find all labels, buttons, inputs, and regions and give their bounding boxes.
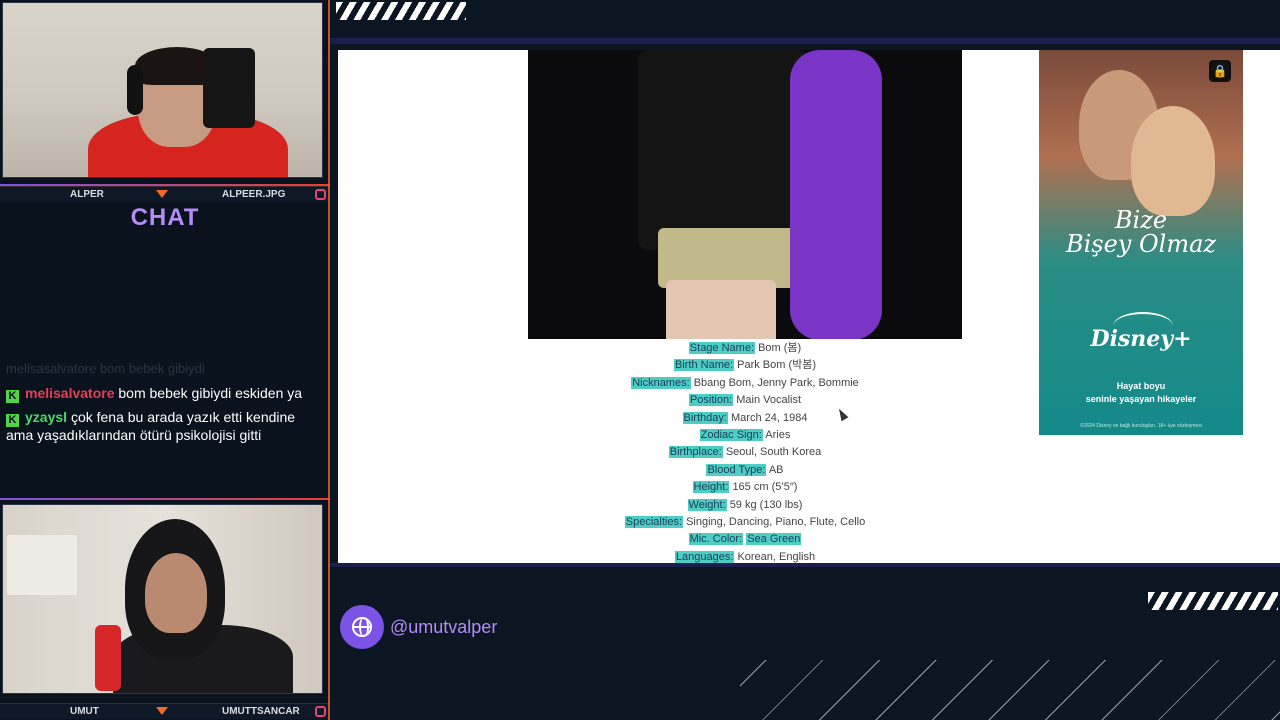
profile-key: Stage Name: xyxy=(688,342,755,354)
chat-username: melisalvatore xyxy=(25,385,115,401)
browser-content: Stage Name: Bom (봄) Birth Name: Park Bom … xyxy=(338,50,1280,563)
profile-key: Nicknames: xyxy=(631,376,691,389)
stripe-decoration xyxy=(1148,592,1278,610)
chat-username: yzaysl xyxy=(25,409,68,425)
arrow-pattern-decoration xyxy=(740,660,1280,720)
profile-row: Nicknames: Bbang Bom, Jenny Park, Bommie xyxy=(528,375,962,392)
profile-key: Blood Type: xyxy=(706,463,767,476)
photo-figure-black xyxy=(638,50,808,250)
divider xyxy=(0,498,330,500)
top-cam-right-name: ALPEER.JPG xyxy=(222,189,286,200)
chevron-down-icon xyxy=(156,190,168,198)
bottom-cam-right-name: UMUTTSANCAR xyxy=(222,706,300,717)
profile-value: Main Vocalist xyxy=(736,394,802,407)
bottom-cam-name-bar: UMUT UMUTTSANCAR xyxy=(0,703,330,719)
profile-value: 165 cm (5’5″) xyxy=(732,481,798,494)
photo-figure-purple xyxy=(790,50,882,339)
profile-row: Birthplace: Seoul, South Korea xyxy=(528,444,962,461)
ad-tagline-line2: seninle yaşayan hikayeler xyxy=(1085,394,1197,404)
profile-value: Singing, Dancing, Piano, Flute, Cello xyxy=(686,515,866,528)
profile-value: March 24, 1984 xyxy=(731,411,808,424)
top-cam-name-bar: ALPER ALPEER.JPG xyxy=(0,186,330,202)
headset xyxy=(127,65,143,115)
profile-key: Zodiac Sign: xyxy=(699,428,763,441)
profile-key: Position: xyxy=(688,394,734,407)
faded-chat-line: melisasalvatore bom bebek gibiydi xyxy=(6,361,205,376)
profile-value: 59 kg (130 lbs) xyxy=(729,498,803,511)
lock-icon[interactable]: 🔒 xyxy=(1209,60,1231,82)
profile-key: Birthplace: xyxy=(668,446,723,459)
profile-value: Park Bom (박봄) xyxy=(737,359,817,372)
divider xyxy=(0,184,330,186)
chat-messages: melisasalvatore bom bebek gibiydi Kmelis… xyxy=(6,360,324,450)
profile-key: Birthday: xyxy=(682,411,728,424)
ad-tagline-line1: Hayat boyu xyxy=(1116,381,1166,391)
profile-row: Height: 165 cm (5’5″) xyxy=(528,479,962,496)
profile-key: Specialties: xyxy=(624,515,684,528)
globe-icon xyxy=(340,605,384,649)
disney-plus-logo: Disney+ xyxy=(1090,326,1192,352)
kick-badge-icon: K xyxy=(6,390,19,403)
profile-row: Stage Name: Bom (봄) xyxy=(528,340,962,357)
chat-message: Kmelisalvatore bom bebek gibiydi eskiden… xyxy=(6,385,324,403)
instagram-icon xyxy=(315,706,326,717)
chat-title: CHAT xyxy=(130,204,200,231)
chevron-down-icon xyxy=(156,707,168,715)
profile-key: Height: xyxy=(692,481,730,494)
profile-row: Specialties: Singing, Dancing, Piano, Fl… xyxy=(528,514,962,531)
instagram-icon xyxy=(315,189,326,200)
left-panel: ALPER ALPEER.JPG CHAT melisasalvatore bo… xyxy=(0,0,330,720)
chat-message: Kyzaysl çok fena bu arada yazık etti ken… xyxy=(6,409,324,444)
ad-tagline: Hayat boyu seninle yaşayan hikayeler xyxy=(1039,380,1243,406)
ad-banner[interactable]: 🔒 Bize Bişey Olmaz Disney+ Hayat boyu se… xyxy=(1039,50,1243,435)
webcam-bottom xyxy=(2,504,323,694)
profile-value: Seoul, South Korea xyxy=(725,446,822,459)
profile-value: Bom (봄) xyxy=(758,342,802,354)
profile-key: Birth Name: xyxy=(673,359,735,372)
profile-row: Languages: Korean, English xyxy=(528,549,962,563)
accent-vertical-line xyxy=(328,0,330,720)
shelf xyxy=(7,535,77,595)
handle-text: @umutvalper xyxy=(390,617,498,637)
profile-value: Korean, English xyxy=(737,550,816,563)
profile-value: Aries xyxy=(765,428,791,441)
kick-badge-icon: K xyxy=(6,414,19,427)
bottom-cam-left-name: UMUT xyxy=(70,706,99,717)
ad-fine-print: ©2024 Disney ve bağlı kuruluşları. 18+ ü… xyxy=(1080,423,1202,429)
profile-key: Languages: xyxy=(674,550,735,563)
stream-overlay: ALPER ALPEER.JPG CHAT melisasalvatore bo… xyxy=(0,0,1280,720)
profile-value: Bbang Bom, Jenny Park, Bommie xyxy=(693,376,859,389)
profile-key: Mic. Color: xyxy=(688,533,744,546)
profile-row: Birth Name: Park Bom (박봄) xyxy=(528,357,962,374)
photo-shorts xyxy=(658,228,798,288)
profile-info: Stage Name: Bom (봄) Birth Name: Park Bom … xyxy=(528,340,962,563)
top-band xyxy=(330,38,1280,44)
profile-row: Zodiac Sign: Aries xyxy=(528,427,962,444)
profile-key: Weight: xyxy=(687,498,727,511)
ad-title-line1: Bize xyxy=(1114,206,1168,234)
profile-row: Birthday: March 24, 1984 xyxy=(528,410,962,427)
red-light xyxy=(95,625,121,691)
chat-text: bom bebek gibiydi eskiden ya xyxy=(118,385,303,401)
webcam-top xyxy=(2,2,323,178)
profile-row: Mic. Color: Sea Green xyxy=(528,531,962,548)
profile-value: Sea Green xyxy=(746,533,802,546)
ad-photo-woman xyxy=(1131,106,1215,216)
streamer-face xyxy=(145,553,207,633)
profile-row: Blood Type: AB xyxy=(528,462,962,479)
profile-row: Position: Main Vocalist xyxy=(528,392,962,409)
idol-photo xyxy=(528,50,962,339)
photo-legs xyxy=(666,280,776,339)
ad-title: Bize Bişey Olmaz xyxy=(1049,208,1233,256)
chair xyxy=(203,48,255,128)
ad-title-line2: Bişey Olmaz xyxy=(1065,230,1217,258)
top-cam-left-name: ALPER xyxy=(70,189,104,200)
profile-value: AB xyxy=(768,463,784,476)
profile-row: Weight: 59 kg (130 lbs) xyxy=(528,497,962,514)
stripe-decoration xyxy=(336,2,466,20)
bottom-band xyxy=(330,563,1280,567)
